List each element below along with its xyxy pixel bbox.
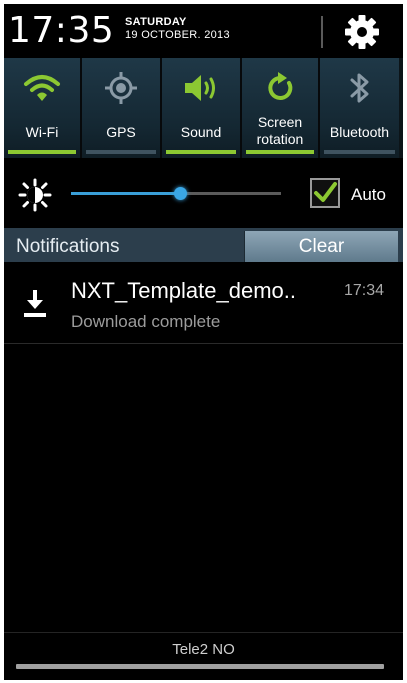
gear-icon [345,15,379,49]
toggle-screen-rotation[interactable]: Screen rotation [242,58,320,158]
date-block: SATURDAY 19 OCTOBER. 2013 [125,16,230,42]
toggle-rotation-label: Screen rotation [242,114,318,148]
notification-time: 17:34 [344,282,385,299]
toggle-rotation-label-line2: rotation [256,131,304,147]
brightness-row: Auto [4,162,403,228]
date-label: 19 OCTOBER. 2013 [125,29,230,41]
notifications-title: Notifications [16,236,120,257]
toggle-bluetooth[interactable]: Bluetooth [320,58,399,158]
brightness-slider-thumb[interactable] [174,187,187,200]
toggle-gps-indicator [86,150,156,154]
notification-panel: 17:35 SATURDAY 19 OCTOBER. 2013 Wi-Fi GP… [4,4,403,680]
brightness-slider-fill [71,192,180,195]
toggle-wifi[interactable]: Wi-Fi [4,58,82,158]
status-header: 17:35 SATURDAY 19 OCTOBER. 2013 [4,4,403,58]
notification-item[interactable]: NXT_Template_demo.. 17:34 Download compl… [4,262,403,344]
toggle-sound[interactable]: Sound [162,58,242,158]
toggle-wifi-label: Wi-Fi [25,124,59,140]
settings-button[interactable] [338,12,386,52]
auto-brightness-checkbox[interactable] [310,178,340,208]
notifications-header: Notifications Clear [4,228,403,262]
download-icon [21,286,49,320]
toggle-sound-label: Sound [180,124,222,140]
carrier-divider [4,632,403,633]
sound-icon [185,75,215,101]
notification-subtitle: Download complete [71,312,221,331]
brightness-slider[interactable] [71,187,281,200]
day-label: SATURDAY [125,16,187,28]
carrier-label: Tele2 NO [172,641,235,658]
gps-icon [105,72,137,104]
auto-brightness-label: Auto [351,185,386,204]
toggle-rotation-label-line1: Screen [257,114,303,130]
checkmark-icon [314,182,337,202]
toggle-wifi-indicator [8,150,76,154]
toggle-bluetooth-label: Bluetooth [329,124,390,140]
toggle-rotation-indicator [246,150,314,154]
clock-time: 17:35 [8,10,115,51]
toggle-gps[interactable]: GPS [82,58,162,158]
toggle-sound-indicator [166,150,236,154]
clear-button[interactable]: Clear [244,231,398,262]
toggle-gps-label: GPS [106,124,136,140]
wifi-icon [24,75,60,101]
bluetooth-icon [350,73,368,103]
notification-title: NXT_Template_demo.. [71,278,296,303]
rotation-icon [268,72,293,100]
toggle-bluetooth-indicator [324,150,395,154]
brightness-icon [18,178,52,212]
quick-settings-toggles: Wi-Fi GPS Sound Screen rotation Bluetoot… [4,58,403,158]
header-divider [321,16,323,48]
panel-drag-handle[interactable] [16,664,384,669]
